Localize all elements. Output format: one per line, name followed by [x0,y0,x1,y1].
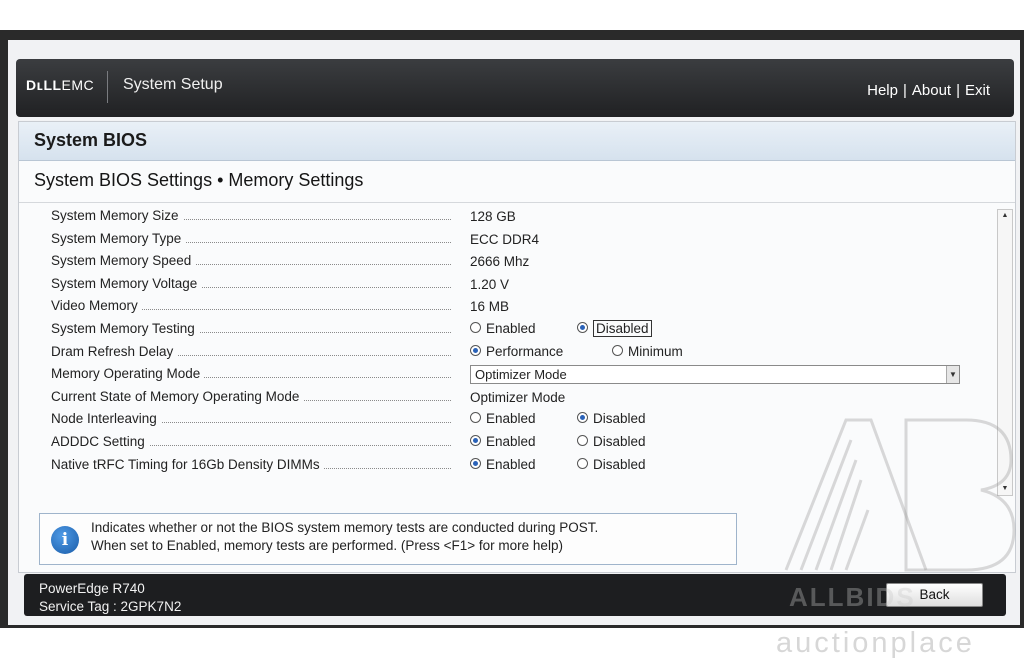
radio-dram-minimum[interactable]: Minimum [612,344,683,359]
watermark-brand: ALLBIDS [789,582,916,612]
setting-row-node-interleaving: Node Interleaving Enabled Disabled [49,409,979,432]
page-title: System BIOS Settings • Memory Settings [34,170,364,190]
scroll-down-icon[interactable]: ▼ [998,483,1012,495]
header-bar: DʟLLEMC System Setup Help | About | Exit [16,59,1014,117]
setting-label: Current State of Memory Operating Mode [51,388,304,404]
model-name: PowerEdge R740 [39,581,145,596]
setting-row-memory-operating-mode: Memory Operating Mode Optimizer Mode ▼ [49,364,979,387]
setting-value: 128 GB [470,209,516,224]
setting-value: 16 MB [470,299,510,315]
radio-adddc-disabled[interactable]: Disabled [577,434,646,449]
setting-value: ECC DDR4 [470,231,540,247]
radio-on-icon [577,412,588,424]
setting-row-native-trfc: Native tRFC Timing for 16Gb Density DIMM… [49,455,979,478]
main-panel: System BIOS System BIOS Settings • Memor… [18,121,1016,573]
radio-on-icon [470,457,481,469]
setting-label: System Memory Voltage [51,275,202,291]
radio-node-interleaving-enabled[interactable]: Enabled [470,411,536,426]
service-tag: Service Tag : 2GPK7N2 [39,599,182,614]
setting-row-memory-speed: System Memory Speed 2666 Mhz [49,251,979,274]
setting-row-memory-voltage: System Memory Voltage 1.20 V [49,274,979,297]
setting-row-dram-refresh-delay: Dram Refresh Delay Performance Minimum [49,342,979,365]
setting-row-memory-type: System Memory Type ECC DDR4 [49,229,979,252]
radio-node-interleaving-disabled[interactable]: Disabled [577,411,646,426]
exit-link[interactable]: Exit [965,82,990,99]
vertical-scrollbar[interactable]: ▲ ▼ [997,209,1013,496]
radio-on-icon [470,434,481,446]
header-links: Help | About | Exit [867,82,990,99]
help-link[interactable]: Help [867,82,898,99]
setting-row-video-memory: Video Memory 16 MB [49,296,979,319]
dell-emc-logo: DʟLLEMC [26,77,95,93]
watermark-subtext: auctionplace [776,627,975,659]
setting-row-memory-testing: System Memory Testing Enabled Disabled [49,319,979,342]
header-divider [107,71,108,103]
setting-label: System Memory Type [51,230,186,246]
setting-label: System Memory Speed [51,253,196,269]
setting-value: 2666 Mhz [470,254,530,270]
radio-trfc-disabled[interactable]: Disabled [577,457,646,472]
setting-label: System Memory Size [51,208,183,223]
radio-memory-testing-enabled[interactable]: Enabled [470,321,536,336]
setting-label: Dram Refresh Delay [51,343,178,359]
radio-dram-performance[interactable]: Performance [470,344,563,359]
info-icon: i [51,526,79,554]
radio-off-icon [577,457,588,469]
radio-off-icon [470,321,481,333]
section-header: System BIOS [19,122,1015,161]
app-title: System Setup [123,76,223,93]
about-link[interactable]: About [912,82,951,99]
setting-label: ADDDC Setting [51,433,149,449]
memory-operating-mode-select[interactable]: Optimizer Mode ▼ [470,365,960,385]
setting-value: 1.20 V [470,276,510,292]
scroll-up-icon[interactable]: ▲ [998,210,1012,222]
help-text: Indicates whether or not the BIOS system… [91,520,599,553]
radio-off-icon [577,434,588,446]
dropdown-arrow-icon[interactable]: ▼ [946,366,959,384]
setting-label: Node Interleaving [51,411,161,427]
title-divider [19,202,1015,203]
radio-off-icon [612,344,623,356]
system-info: PowerEdge R740 Service Tag : 2GPK7N2 [39,580,181,616]
setting-label: Native tRFC Timing for 16Gb Density DIMM… [51,456,324,472]
setting-value: Optimizer Mode [470,389,566,405]
radio-trfc-enabled[interactable]: Enabled [470,457,536,472]
settings-list: System Memory Size 128 GB System Memory … [49,206,979,477]
radio-adddc-enabled[interactable]: Enabled [470,434,536,449]
setting-label: Memory Operating Mode [51,366,205,382]
setting-row-current-operating-mode: Current State of Memory Operating Mode O… [49,387,979,410]
setting-label: System Memory Testing [51,320,199,336]
radio-memory-testing-disabled[interactable]: Disabled [577,319,652,337]
setting-label: Video Memory [51,298,142,314]
radio-off-icon [470,412,481,424]
radio-on-icon [577,321,588,333]
section-title: System BIOS [34,130,148,150]
setting-row-memory-size: System Memory Size 128 GB [49,206,979,229]
setting-row-adddc: ADDDC Setting Enabled Disabled [49,432,979,455]
radio-on-icon [470,344,481,356]
help-box: i Indicates whether or not the BIOS syst… [39,513,737,565]
